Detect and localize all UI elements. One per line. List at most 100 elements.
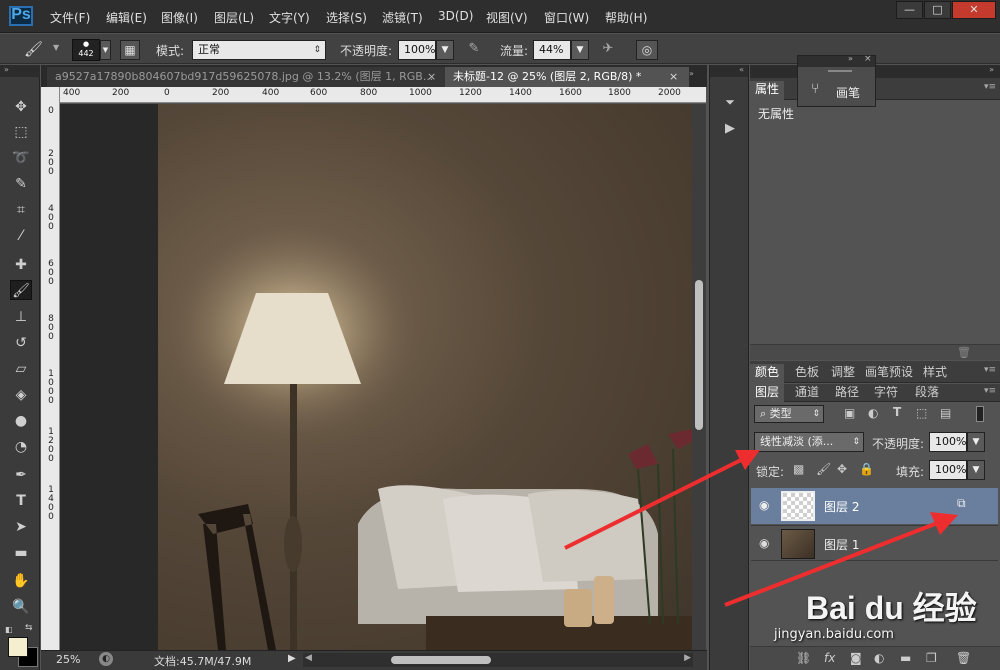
hand-tool-icon[interactable]: ✋: [10, 571, 32, 591]
panel-menu-icon[interactable]: ▾≡: [984, 386, 996, 396]
actions-play-icon[interactable]: ▶: [722, 121, 738, 137]
clone-stamp-tool-icon[interactable]: ⊥: [10, 307, 32, 327]
foreground-color-swatch[interactable]: [8, 637, 28, 657]
visibility-eye-icon[interactable]: ◉: [759, 536, 769, 550]
add-mask-icon[interactable]: ◙: [850, 651, 862, 665]
document-image[interactable]: [158, 104, 692, 650]
layer-filter-select[interactable]: ⌕ 类型 ⇕: [754, 405, 824, 423]
lock-transparency-icon[interactable]: ▩: [793, 462, 804, 476]
brush-tool-icon[interactable]: 🖌: [24, 40, 43, 58]
brush-preset-picker[interactable]: ● 442: [72, 39, 100, 61]
new-layer-icon[interactable]: ❐: [926, 651, 937, 665]
swap-colors-icon[interactable]: ⇆: [25, 623, 33, 633]
chevron-down-icon[interactable]: ▼: [53, 43, 59, 52]
history-panel-icon[interactable]: ⏷: [722, 95, 738, 111]
flow-dropdown[interactable]: ▼: [571, 40, 589, 60]
menu-3d[interactable]: 3D(D): [438, 9, 473, 23]
eraser-tool-icon[interactable]: ▱: [10, 359, 32, 379]
brush-picker-dropdown[interactable]: ▼: [100, 40, 111, 60]
brush-panel-icon[interactable]: ⑂: [811, 81, 819, 97]
brush-panel-toggle-icon[interactable]: ▦: [120, 40, 140, 60]
close-tab-icon[interactable]: ×: [669, 70, 678, 83]
eyedropper-tool-icon[interactable]: ⁄: [10, 226, 32, 246]
delete-layer-icon[interactable]: 🗑: [956, 651, 971, 665]
menu-help[interactable]: 帮助(H): [605, 9, 647, 26]
mode-select[interactable]: 正常 ⇕: [192, 40, 326, 60]
layer-opacity-dropdown[interactable]: ▼: [967, 432, 985, 452]
tab-document-1[interactable]: a9527a17890b804607bd917d59625078.jpg @ 1…: [47, 67, 445, 87]
expand-icon[interactable]: »: [848, 54, 853, 63]
menu-filter[interactable]: 滤镜(T): [382, 9, 423, 26]
tab-adjustments[interactable]: 调整: [826, 364, 860, 383]
close-window-button[interactable]: ✕: [952, 1, 996, 19]
marquee-tool-icon[interactable]: ⬚: [10, 122, 32, 142]
menu-view[interactable]: 视图(V): [486, 9, 528, 26]
lock-pixels-icon[interactable]: 🖌: [816, 462, 831, 476]
tab-layers[interactable]: 图层: [750, 384, 785, 403]
tab-styles[interactable]: 样式: [918, 364, 952, 383]
scroll-left-icon[interactable]: ◀: [305, 653, 312, 663]
tab-brush-presets[interactable]: 画笔预设: [860, 364, 918, 383]
opacity-dropdown[interactable]: ▼: [436, 40, 454, 60]
tab-paths[interactable]: 路径: [830, 384, 864, 403]
layer-row[interactable]: ◉ 图层 2 ⧉: [751, 488, 998, 524]
menu-type[interactable]: 文字(Y): [269, 9, 310, 26]
expand-panels-icon[interactable]: »: [989, 65, 994, 74]
tab-color[interactable]: 颜色: [750, 364, 785, 383]
filter-toggle[interactable]: [976, 406, 984, 422]
layer-name[interactable]: 图层 2: [824, 498, 859, 515]
menu-edit[interactable]: 编辑(E): [106, 9, 147, 26]
path-selection-tool-icon[interactable]: ➤: [10, 517, 32, 537]
type-tool-icon[interactable]: T: [10, 491, 32, 511]
adjustment-layer-icon[interactable]: ◐: [874, 651, 884, 665]
minimize-button[interactable]: —: [896, 1, 923, 19]
filter-smart-object-icon[interactable]: ▤: [940, 406, 951, 420]
brush-tool-icon[interactable]: 🖌: [10, 280, 32, 300]
healing-brush-tool-icon[interactable]: ✚: [10, 255, 32, 275]
fill-dropdown[interactable]: ▼: [967, 460, 985, 480]
new-group-icon[interactable]: ▬: [900, 651, 911, 665]
horizontal-scrollbar[interactable]: ◀ ▶: [303, 653, 693, 667]
dodge-tool-icon[interactable]: ◔: [10, 437, 32, 457]
status-menu-arrow-icon[interactable]: ▶: [288, 653, 296, 664]
status-preview-icon[interactable]: ◐: [99, 652, 113, 666]
scroll-right-icon[interactable]: ▶: [684, 653, 691, 663]
zoom-level[interactable]: 25%: [56, 653, 80, 666]
link-layers-icon[interactable]: ⛓: [796, 651, 811, 665]
clipping-mask-icon[interactable]: ⧉: [957, 496, 966, 511]
vertical-scrollbar[interactable]: [692, 104, 706, 650]
opacity-input[interactable]: 100%: [398, 40, 436, 60]
layer-opacity-input[interactable]: 100%: [929, 432, 967, 452]
menu-image[interactable]: 图像(I): [161, 9, 198, 26]
history-brush-tool-icon[interactable]: ↺: [10, 333, 32, 353]
lasso-tool-icon[interactable]: ➰: [10, 148, 32, 168]
move-tool-icon[interactable]: ✥: [10, 97, 32, 117]
filter-adjustment-icon[interactable]: ◐: [868, 406, 878, 420]
tab-properties[interactable]: 属性: [750, 81, 785, 100]
lock-all-icon[interactable]: 🔒: [859, 462, 874, 476]
tab-document-2[interactable]: 未标题-12 @ 25% (图层 2, RGB/8) *: [445, 67, 689, 87]
default-colors-icon[interactable]: ◧: [5, 625, 13, 634]
close-tab-icon[interactable]: ×: [427, 70, 436, 83]
pen-tool-icon[interactable]: ✒: [10, 465, 32, 485]
zoom-tool-icon[interactable]: 🔍: [10, 597, 32, 617]
pressure-opacity-icon[interactable]: ✎: [464, 41, 484, 61]
pressure-size-icon[interactable]: ◎: [636, 40, 658, 60]
rectangle-tool-icon[interactable]: ▬: [10, 543, 32, 563]
visibility-eye-icon[interactable]: ◉: [759, 498, 769, 512]
crop-tool-icon[interactable]: ⌗: [10, 200, 32, 220]
lock-position-icon[interactable]: ✥: [837, 462, 847, 476]
filter-pixel-icon[interactable]: ▣: [844, 406, 855, 420]
canvas-area[interactable]: [60, 104, 692, 650]
flow-input[interactable]: 44%: [533, 40, 571, 60]
blur-tool-icon[interactable]: ●: [10, 411, 32, 431]
tab-channels[interactable]: 通道: [790, 384, 824, 403]
airbrush-icon[interactable]: ✈: [598, 41, 618, 61]
collapse-tools-icon[interactable]: »: [0, 65, 40, 77]
quick-select-tool-icon[interactable]: ✎: [10, 174, 32, 194]
scrollbar-thumb[interactable]: [695, 280, 703, 430]
menu-layer[interactable]: 图层(L): [214, 9, 254, 26]
tabs-overflow-icon[interactable]: »: [689, 69, 694, 78]
tab-character[interactable]: 字符: [869, 384, 903, 403]
trash-icon[interactable]: 🗑: [957, 346, 971, 359]
